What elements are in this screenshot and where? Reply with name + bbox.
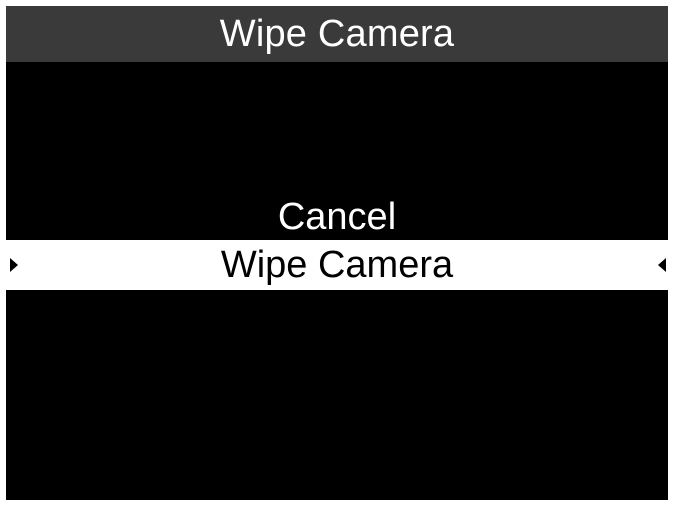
- page-title: Wipe Camera: [219, 12, 455, 55]
- caret-left-icon: [658, 258, 666, 272]
- caret-right-icon: [10, 258, 18, 272]
- menu-item-wipe-camera[interactable]: Wipe Camera: [6, 240, 668, 290]
- device-screen: Wipe Camera Cancel Wipe Camera: [6, 6, 668, 500]
- menu-item-cancel[interactable]: Cancel: [6, 194, 668, 240]
- title-bar: Wipe Camera: [6, 6, 668, 62]
- menu-item-label: Cancel: [277, 195, 397, 238]
- menu-item-label: Wipe Camera: [220, 243, 454, 286]
